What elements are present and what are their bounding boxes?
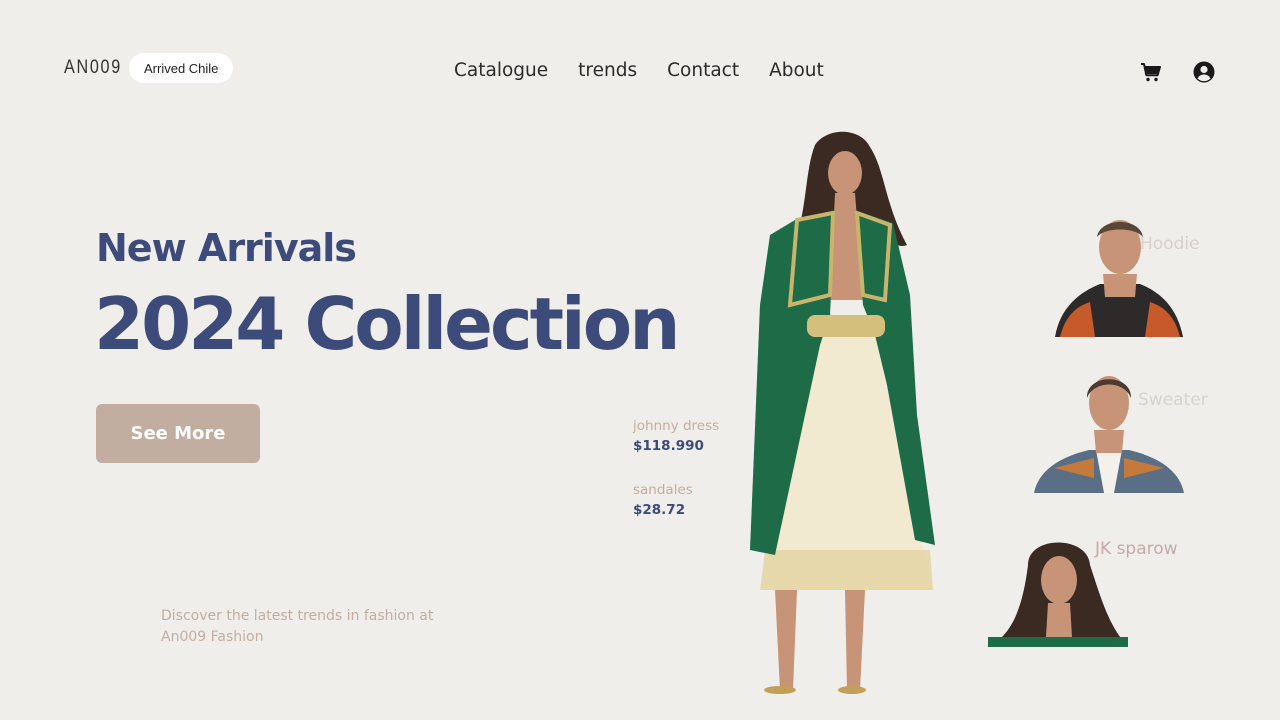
logo[interactable]: AN009 [64, 57, 122, 79]
model-image [750, 131, 935, 694]
hero-tagline: Discover the latest trends in fashion at… [161, 608, 434, 645]
category-card-hoodie[interactable]: Hoodie [1055, 212, 1205, 337]
cart-icon[interactable] [1139, 60, 1163, 84]
product-price: $28.72 [633, 502, 686, 518]
nav-catalogue[interactable]: Catalogue [454, 60, 548, 81]
nav-trends[interactable]: trends [578, 60, 637, 81]
category-label[interactable]: Hoodie [1140, 234, 1200, 254]
hoodie-model-image [1055, 220, 1183, 337]
hero-subtitle: New Arrivals [96, 226, 357, 270]
category-label[interactable]: Sweater [1138, 390, 1208, 410]
user-icon[interactable] [1192, 60, 1216, 84]
product-name: johnny dress [633, 418, 720, 434]
location-badge[interactable]: Arrived Chile [129, 53, 234, 83]
see-more-button[interactable]: See More [96, 404, 260, 463]
product-price: $118.990 [633, 438, 704, 454]
product-sandales[interactable]: sandales $28.72 [633, 482, 693, 518]
main-nav: Catalogue trends Contact About [454, 60, 824, 81]
hero-title: 2024 Collection [94, 282, 680, 366]
category-card-jk-sparow[interactable]: JK sparow [988, 525, 1178, 650]
nav-about[interactable]: About [769, 60, 824, 81]
nav-contact[interactable]: Contact [667, 60, 739, 81]
category-label[interactable]: JK sparow [1095, 539, 1178, 559]
product-johnny-dress[interactable]: johnny dress $118.990 [633, 418, 719, 454]
category-card-sweater[interactable]: Sweater [1034, 368, 1208, 493]
sweater-model-image [1034, 376, 1184, 493]
product-name: sandales [633, 482, 693, 498]
